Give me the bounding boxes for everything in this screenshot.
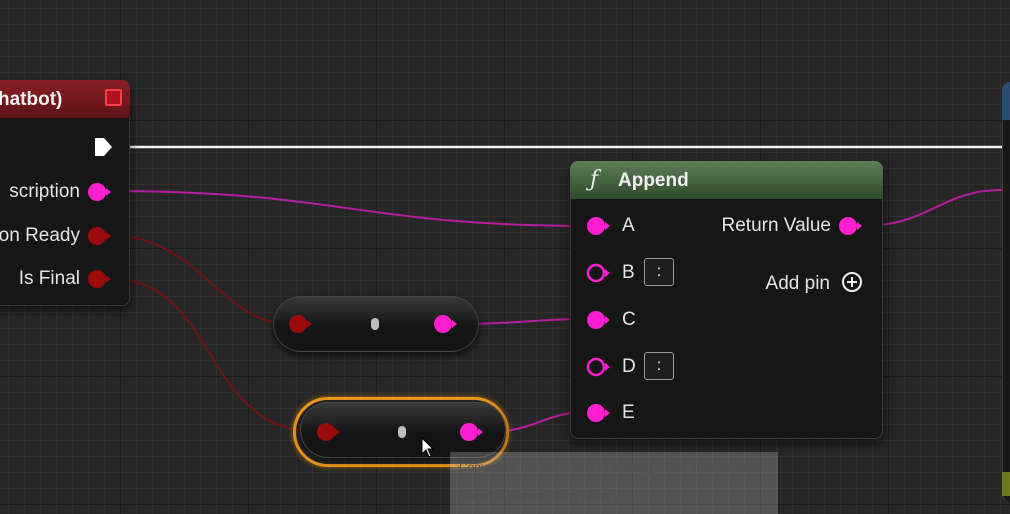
pin-d-value-field[interactable]: : — [644, 352, 674, 380]
string-pin-c[interactable] — [586, 310, 612, 330]
string-wire-description-to-a — [107, 190, 591, 227]
pin-label-d: D — [622, 356, 636, 377]
event-node-title: hatbot) — [0, 89, 63, 110]
bool-to-string-node-1[interactable] — [273, 296, 479, 352]
delegate-icon[interactable] — [105, 89, 122, 106]
exec-pin-icon[interactable] — [92, 136, 114, 158]
function-icon: ƒ — [590, 167, 599, 192]
bool-pin-conv2-in[interactable] — [316, 422, 342, 442]
string-pin-e[interactable] — [586, 403, 612, 423]
string-pin-return-value[interactable] — [838, 216, 864, 236]
offscreen-node-header — [1002, 82, 1010, 120]
pin-label-return-value: Return Value — [721, 215, 832, 236]
pin-b-value-field[interactable]: : — [644, 258, 674, 286]
bool-to-string-node-2[interactable] — [300, 402, 506, 458]
tooltip: Converts a boolean value to a string, ei… — [450, 452, 778, 514]
string-pin-b[interactable] — [586, 263, 612, 283]
string-pin-a[interactable] — [586, 216, 612, 236]
string-pin-d[interactable] — [586, 357, 612, 377]
conversion-icon — [398, 426, 406, 438]
tooltip-target: Target is Kismet String Library — [459, 489, 620, 503]
pin-label-ready: on Ready — [0, 225, 80, 246]
string-wire-return-out — [861, 189, 1003, 227]
bool-pin-ready[interactable] — [87, 226, 113, 246]
string-pin-conv2-out[interactable] — [459, 422, 485, 442]
bool-wire-ready-to-conv1 — [107, 234, 291, 325]
append-node[interactable]: ƒ Append A B : C D : E Return Value Add … — [570, 161, 883, 439]
mouse-cursor-icon — [421, 436, 435, 464]
event-node[interactable]: hatbot) scription on Ready Is Final — [0, 80, 130, 306]
pin-label-e: E — [622, 402, 635, 423]
offscreen-node[interactable] — [1002, 82, 1010, 502]
offscreen-node-accent — [1002, 472, 1010, 496]
add-pin-label[interactable]: Add pin — [766, 273, 830, 295]
append-node-header[interactable]: ƒ Append — [570, 161, 883, 199]
bool-pin-is-final[interactable] — [87, 269, 113, 289]
append-node-title: Append — [618, 170, 689, 191]
tooltip-description: Converts a boolean value to a string, ei… — [459, 460, 764, 474]
add-circle-icon[interactable] — [842, 272, 862, 292]
pin-label-c: C — [622, 309, 636, 330]
pin-label-a: A — [622, 215, 635, 236]
bool-pin-conv1-in[interactable] — [288, 314, 314, 334]
string-pin-conv1-out[interactable] — [433, 314, 459, 334]
string-pin-description[interactable] — [87, 182, 113, 202]
pin-label-is-final: Is Final — [18, 268, 80, 289]
pin-label-description: scription — [9, 181, 80, 202]
pin-label-b: B — [622, 262, 635, 283]
conversion-icon — [371, 318, 379, 330]
event-node-header[interactable]: hatbot) — [0, 80, 130, 118]
